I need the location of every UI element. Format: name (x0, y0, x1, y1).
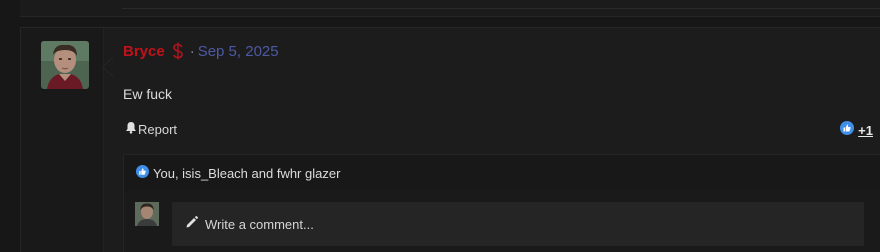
reaction-summary[interactable]: +1 (840, 121, 873, 140)
comment-input[interactable]: Write a comment... (172, 202, 864, 246)
post-user-cell (21, 28, 104, 252)
report-label: Report (138, 121, 178, 137)
username-link[interactable]: Bryce (123, 43, 165, 60)
post-header: Bryce · Sep 5, 2025 (123, 40, 279, 62)
post-date-link[interactable]: Sep 5, 2025 (198, 43, 279, 60)
reaction-count[interactable]: +1 (858, 123, 873, 138)
comment-area: Write a comment... (123, 191, 880, 252)
thumbs-up-icon (840, 121, 855, 140)
post-message: Ew fuck (123, 86, 173, 102)
report-button[interactable]: Report (125, 121, 177, 137)
comment-placeholder: Write a comment... (205, 216, 314, 232)
post: Bryce · Sep 5, 2025 Ew fuck Report +1 Yo… (20, 27, 880, 252)
thread-page: Bryce · Sep 5, 2025 Ew fuck Report +1 Yo… (0, 0, 880, 252)
reactions-list[interactable]: You, isis_Bleach and fwhr glazer (123, 154, 880, 193)
bell-icon (125, 121, 138, 137)
dollar-sign-icon (171, 42, 185, 60)
previous-post (20, 0, 880, 17)
avatar[interactable] (41, 41, 89, 89)
reactions-users-text[interactable]: You, isis_Bleach and fwhr glazer (153, 166, 340, 181)
thumbs-up-icon (136, 164, 149, 183)
header-separator: · (189, 42, 195, 60)
current-user-avatar (135, 202, 159, 226)
pencil-icon (172, 215, 199, 234)
